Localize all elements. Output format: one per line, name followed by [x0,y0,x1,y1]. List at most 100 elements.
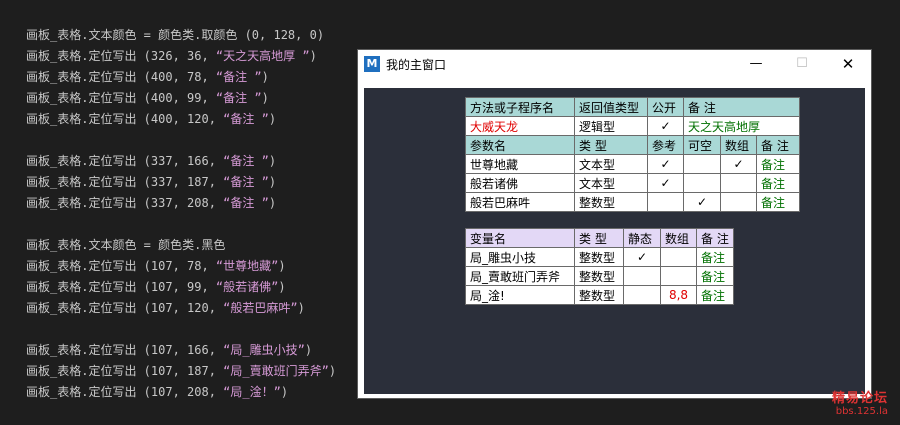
header-cell: 备 注 [755,135,801,155]
method-row: 大威天龙 逻辑型 ✓ 天之天高地厚 [465,116,801,136]
var-name: 局_雕虫小技 [465,247,575,267]
check-icon: ✓ [683,192,721,212]
code-text: ) [280,385,289,399]
header-cell: 备 注 [696,228,734,248]
var-remark: 备注 [696,266,734,286]
code-line[interactable]: 画板_表格.定位写出 (400, 120, “备注 ”) [26,109,336,130]
code-string-literal: “备注 ” [223,175,269,189]
subroutine-table: 方法或子程序名 返回值类型 公开 备 注 大威天龙 逻辑型 ✓ 天之天高地厚 参… [465,97,801,212]
header-cell: 变量名 [465,228,575,248]
header-cell: 静态 [623,228,661,248]
code-text: 画板_表格.定位写出 (400, 120, [26,112,224,126]
code-line[interactable]: 画板_表格.文本颜色 = 颜色类.取颜色 (0, 128, 0) [26,25,336,46]
title-bar[interactable]: M 我的主窗口 — ☐ ✕ [358,50,871,78]
check-icon: ✓ [720,154,757,174]
var-name: 局_淦! [465,285,575,305]
table-header-row: 变量名 类 型 静态 数组 备 注 [465,228,734,248]
code-text: 画板_表格.定位写出 (107, 78, [26,259,216,273]
var-name: 局_賣敢班门弄斧 [465,266,575,286]
param-type: 整数型 [574,192,648,212]
check-icon [623,266,661,286]
code-text: ) [278,280,286,294]
table-header-row: 方法或子程序名 返回值类型 公开 备 注 [465,97,801,117]
header-cell: 数组 [660,228,697,248]
header-cell: 返回值类型 [574,97,648,117]
code-text: 画板_表格.定位写出 (337, 166, [26,154,224,168]
code-line[interactable]: 画板_表格.定位写出 (337, 208, “备注 ”) [26,193,336,214]
watermark-url: bbs.125.la [835,406,888,417]
var-remark: 备注 [696,285,734,305]
param-name: 世尊地藏 [465,154,575,174]
minimize-button[interactable]: — [733,50,779,78]
code-line[interactable]: 画板_表格.定位写出 (107, 99, “般若诸佛”) [26,277,336,298]
header-cell: 数组 [720,135,757,155]
check-icon [647,192,684,212]
code-text: 画板_表格.定位写出 (337, 208, [26,196,224,210]
code-text: 画板_表格.定位写出 (326, 36, [26,49,216,63]
header-cell: 公开 [647,97,684,117]
code-text: ) [268,154,277,168]
window-client-area: 方法或子程序名 返回值类型 公开 备 注 大威天龙 逻辑型 ✓ 天之天高地厚 参… [364,88,865,394]
code-line[interactable]: 画板_表格.定位写出 (107, 78, “世尊地藏”) [26,256,336,277]
check-icon [720,173,757,193]
code-line[interactable]: 画板_表格.定位写出 (107, 120, “般若巴麻吽”) [26,298,336,319]
check-icon: ✓ [647,154,684,174]
public-check-icon: ✓ [647,116,684,136]
check-icon [683,154,721,174]
param-header-row: 参数名 类 型 参考 可空 数组 备 注 [465,135,801,155]
code-text: ) [278,259,286,273]
code-line[interactable]: 画板_表格.定位写出 (400, 99, “备注 ”) [26,88,336,109]
array-dims [660,247,697,267]
window-title: 我的主窗口 [386,58,447,72]
table-row: 局_淦! 整数型 8,8 备注 [465,285,734,305]
code-text: ) [309,49,317,63]
check-icon: ✓ [623,247,661,267]
header-cell: 类 型 [574,135,648,155]
main-window: M 我的主窗口 — ☐ ✕ 方法或子程序名 返回值类型 公开 备 注 大威天龙 … [357,49,872,399]
code-text: ) [268,196,277,210]
var-type: 整数型 [574,285,624,305]
code-line[interactable]: 画板_表格.定位写出 (326, 36, “天之天高地厚 ”) [26,46,336,67]
table-row: 局_雕虫小技 整数型 ✓ 备注 [465,247,734,267]
app-logo-icon: M [364,56,380,72]
param-type: 文本型 [574,154,648,174]
array-dims: 8,8 [660,285,697,305]
code-line[interactable]: 画板_表格.定位写出 (337, 187, “备注 ”) [26,172,336,193]
check-icon: ✓ [647,173,684,193]
code-text: 画板_表格.文本颜色 = 颜色类.黑色 [26,238,226,252]
code-line[interactable]: 画板_表格.定位写出 (337, 166, “备注 ”) [26,151,336,172]
code-text: 画板_表格.定位写出 (107, 208, [26,385,224,399]
header-cell: 参考 [647,135,684,155]
param-remark: 备注 [755,154,801,174]
code-line[interactable]: 画板_表格.定位写出 (107, 166, “局_雕虫小技”) [26,340,336,361]
code-string-literal: “备注 ” [223,154,269,168]
code-line[interactable]: 画板_表格.定位写出 (400, 78, “备注 ”) [26,67,336,88]
method-name: 大威天龙 [465,116,575,136]
array-dims [660,266,697,286]
param-name: 般若诸佛 [465,173,575,193]
code-text: ) [304,343,313,357]
return-type: 逻辑型 [574,116,648,136]
code-string-literal: “备注 ” [223,112,269,126]
code-line[interactable]: 画板_表格.定位写出 (107, 208, “局_淦！”) [26,382,336,403]
code-text: ) [297,301,305,315]
code-string-literal: “备注 ” [215,91,262,105]
maximize-button[interactable]: ☐ [779,50,825,78]
check-icon [623,285,661,305]
code-string-literal: “局_淦！” [223,385,281,399]
param-type: 文本型 [574,173,648,193]
code-line[interactable]: 画板_表格.定位写出 (107, 187, “局_賣敢班门弄斧”) [26,361,336,382]
code-text: 画板_表格.定位写出 (107, 166, [26,343,224,357]
code-string-literal: “天之天高地厚 ” [215,49,310,63]
close-button[interactable]: ✕ [825,50,871,78]
check-icon [720,192,757,212]
code-string-literal: “般若诸佛” [215,280,279,294]
code-text: ) [261,91,269,105]
code-line[interactable]: 画板_表格.文本颜色 = 颜色类.黑色 [26,235,336,256]
code-text: 画板_表格.定位写出 (107, 187, [26,364,224,378]
param-name: 般若巴麻吽 [465,192,575,212]
table-row: 般若巴麻吽 整数型 ✓ 备注 [465,192,801,212]
